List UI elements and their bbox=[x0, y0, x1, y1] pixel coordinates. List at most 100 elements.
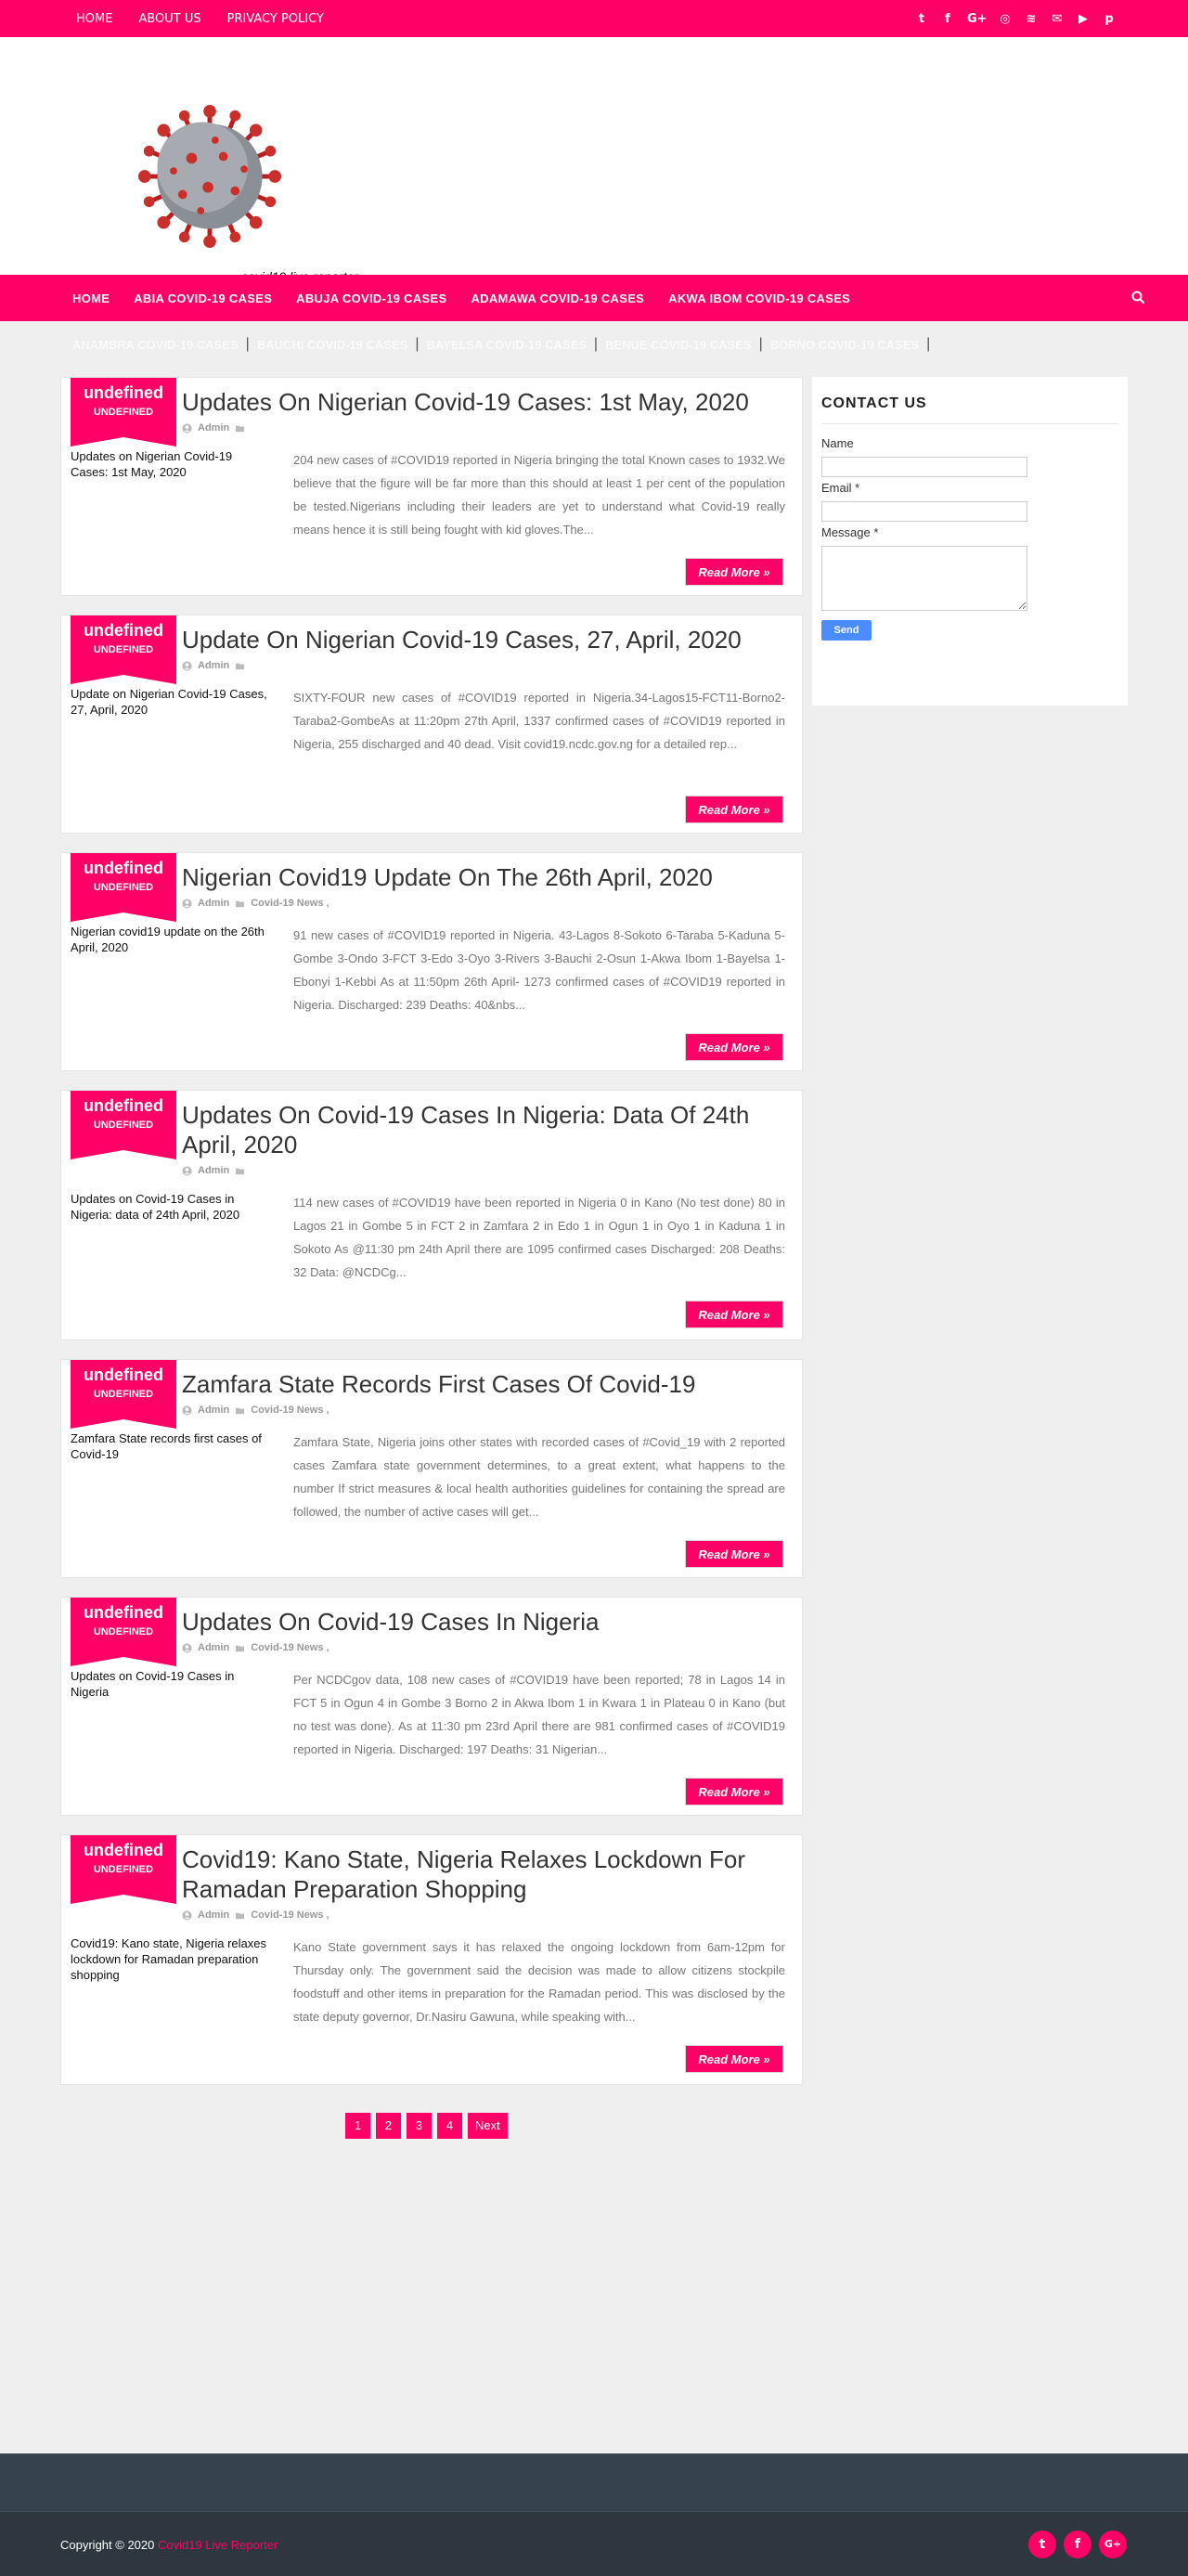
pinterest-icon[interactable]: p bbox=[1103, 12, 1116, 26]
post-card: undefined UNDEFINED Covid19: Kano State, … bbox=[60, 1834, 803, 2085]
post-author[interactable]: Admin bbox=[198, 1642, 229, 1653]
post-title[interactable]: Nigerian Covid19 Update On The 26th Apri… bbox=[182, 862, 776, 892]
contact-title: CONTACT US bbox=[821, 395, 927, 411]
search-icon[interactable] bbox=[1130, 290, 1147, 306]
nav-item-anambra[interactable]: ANAMBRA COVID-19 CASES bbox=[72, 338, 239, 352]
page-link-3[interactable]: 3 bbox=[407, 2113, 432, 2139]
post-ribbon: undefined UNDEFINED bbox=[71, 1835, 176, 1904]
instagram-icon[interactable]: ◎ bbox=[999, 12, 1012, 26]
user-icon bbox=[182, 1909, 192, 1921]
post-thumbnail[interactable]: Covid19: Kano state, Nigeria relaxes loc… bbox=[71, 1935, 270, 1983]
nav-separator: | bbox=[758, 336, 763, 352]
ribbon-label: undefined bbox=[84, 383, 163, 402]
post-author[interactable]: Admin bbox=[198, 660, 229, 671]
folder-icon bbox=[236, 1912, 245, 1919]
youtube-icon[interactable]: ▶ bbox=[1077, 12, 1090, 26]
folder-icon bbox=[236, 1407, 245, 1414]
post-thumbnail[interactable]: Zamfara State records first cases of Cov… bbox=[71, 1430, 270, 1462]
page-link-1[interactable]: 1 bbox=[345, 2113, 370, 2139]
read-more-button[interactable]: Read More » bbox=[685, 1540, 783, 1568]
message-field[interactable] bbox=[821, 546, 1027, 611]
ribbon-sublabel: UNDEFINED bbox=[93, 882, 154, 893]
read-more-button[interactable]: Read More » bbox=[685, 2045, 783, 2073]
nav-item-benue[interactable]: BENUE COVID-19 CASES bbox=[605, 338, 751, 352]
post-card: undefined UNDEFINED Nigerian Covid19 Upda… bbox=[60, 852, 803, 1071]
nav-separator: | bbox=[415, 336, 420, 352]
nav-item-bauchi[interactable]: BAUCHI COVID-19 CASES bbox=[257, 338, 408, 352]
footer-bar: Copyright © 2020 Covid19 Live Reporter t… bbox=[0, 2511, 1188, 2576]
read-more-button[interactable]: Read More » bbox=[685, 1033, 783, 1061]
user-icon bbox=[182, 422, 192, 434]
post-thumbnail[interactable]: Update on Nigerian Covid-19 Cases, 27, A… bbox=[71, 686, 270, 718]
nav-item-borno[interactable]: BORNO COVID-19 CASES bbox=[770, 338, 919, 352]
top-link-privacy[interactable]: PRIVACY POLICY bbox=[227, 12, 324, 26]
main-nav: HOME ABIA COVID-19 CASES ABUJA COVID-19 … bbox=[0, 275, 1188, 321]
nav-separator: | bbox=[593, 336, 599, 352]
twitter-icon[interactable]: t bbox=[915, 12, 928, 26]
nav-item-abuja[interactable]: ABUJA COVID-19 CASES bbox=[296, 291, 446, 305]
read-more-button[interactable]: Read More » bbox=[685, 1301, 783, 1328]
nav-item-bayelsa[interactable]: BAYELSA COVID-19 CASES bbox=[427, 338, 587, 352]
google-plus-icon[interactable]: G+ bbox=[967, 12, 988, 26]
page-link-4[interactable]: 4 bbox=[437, 2113, 462, 2139]
read-more-button[interactable]: Read More » bbox=[685, 558, 783, 586]
facebook-icon[interactable]: f bbox=[1064, 2531, 1091, 2558]
post-thumbnail[interactable]: Updates on Covid-19 Cases in Nigeria bbox=[71, 1668, 270, 1700]
post-author[interactable]: Admin bbox=[198, 1165, 229, 1176]
rss-icon[interactable]: ≋ bbox=[1025, 12, 1038, 26]
ribbon-label: undefined bbox=[84, 1603, 163, 1622]
site-header: covid19 live reporter bbox=[0, 37, 1188, 284]
post-title[interactable]: Updates On Covid-19 Cases In Nigeria: Da… bbox=[182, 1100, 776, 1159]
post-title[interactable]: Updates On Covid-19 Cases In Nigeria bbox=[182, 1607, 776, 1637]
post-author[interactable]: Admin bbox=[198, 1909, 229, 1921]
name-field[interactable] bbox=[821, 457, 1027, 477]
email-field[interactable] bbox=[821, 501, 1027, 522]
post-card: undefined UNDEFINED Updates On Covid-19 C… bbox=[60, 1597, 803, 1816]
twitter-icon[interactable]: t bbox=[1028, 2531, 1056, 2558]
post-thumbnail[interactable]: Nigerian covid19 update on the 26th Apri… bbox=[71, 924, 270, 955]
send-button[interactable]: Send bbox=[821, 620, 872, 641]
post-excerpt: 91 new cases of #COVID19 reported in Nig… bbox=[293, 928, 785, 1012]
post-author[interactable]: Admin bbox=[198, 898, 229, 909]
facebook-icon[interactable]: f bbox=[941, 12, 954, 26]
user-icon bbox=[182, 1642, 192, 1653]
post-title[interactable]: Zamfara State Records First Cases Of Cov… bbox=[182, 1369, 776, 1399]
post-excerpt: Zamfara State, Nigeria joins other state… bbox=[293, 1435, 785, 1519]
nav-item-akwa-ibom[interactable]: AKWA IBOM COVID-19 CASES bbox=[668, 291, 850, 305]
nav-item-adamawa[interactable]: ADAMAWA COVID-19 CASES bbox=[471, 291, 644, 305]
top-links: HOME ABOUT US PRIVACY POLICY bbox=[76, 0, 324, 37]
read-more-button[interactable]: Read More » bbox=[685, 796, 783, 823]
post-thumbnail[interactable]: Updates on Nigerian Covid-19 Cases: 1st … bbox=[71, 448, 270, 480]
read-more-button[interactable]: Read More » bbox=[685, 1778, 783, 1806]
post-card: undefined UNDEFINED Updates On Covid-19 C… bbox=[60, 1090, 803, 1340]
folder-icon bbox=[236, 663, 245, 669]
virus-logo-image[interactable] bbox=[137, 104, 282, 249]
top-link-about[interactable]: ABOUT US bbox=[138, 12, 200, 26]
post-card: undefined UNDEFINED Update On Nigerian Co… bbox=[60, 615, 803, 834]
post-thumbnail[interactable]: Updates on Covid-19 Cases in Nigeria: da… bbox=[71, 1191, 270, 1223]
top-link-home[interactable]: HOME bbox=[76, 12, 112, 26]
post-ribbon: undefined UNDEFINED bbox=[71, 1091, 176, 1159]
post-category[interactable]: Covid-19 News , bbox=[251, 1642, 329, 1653]
site-link[interactable]: Covid19 Live Reporter bbox=[158, 2538, 278, 2552]
post-card: undefined UNDEFINED Updates On Nigerian C… bbox=[60, 377, 803, 596]
post-meta: Admin Covid-19 News , bbox=[182, 1909, 329, 1921]
post-excerpt: 204 new cases of #COVID19 reported in Ni… bbox=[293, 453, 785, 537]
post-category[interactable]: Covid-19 News , bbox=[251, 898, 329, 909]
post-title[interactable]: Update On Nigerian Covid-19 Cases, 27, A… bbox=[182, 625, 776, 654]
post-category[interactable]: Covid-19 News , bbox=[251, 1405, 329, 1416]
email-icon[interactable]: ✉ bbox=[1051, 12, 1064, 26]
post-category[interactable]: Covid-19 News , bbox=[251, 1909, 329, 1921]
post-title[interactable]: Covid19: Kano State, Nigeria Relaxes Loc… bbox=[182, 1845, 776, 1904]
page-link-next[interactable]: Next bbox=[468, 2113, 508, 2139]
nav-item-abia[interactable]: ABIA COVID-19 CASES bbox=[134, 291, 272, 305]
page-link-2[interactable]: 2 bbox=[376, 2113, 401, 2139]
ribbon-label: undefined bbox=[84, 1841, 163, 1859]
divider bbox=[821, 423, 1118, 424]
nav-item-home[interactable]: HOME bbox=[72, 291, 110, 305]
footer-social: t f G+ bbox=[1028, 2531, 1127, 2558]
post-author[interactable]: Admin bbox=[198, 422, 229, 434]
google-plus-icon[interactable]: G+ bbox=[1099, 2531, 1127, 2558]
post-title[interactable]: Updates On Nigerian Covid-19 Cases: 1st … bbox=[182, 387, 776, 417]
post-author[interactable]: Admin bbox=[198, 1405, 229, 1416]
